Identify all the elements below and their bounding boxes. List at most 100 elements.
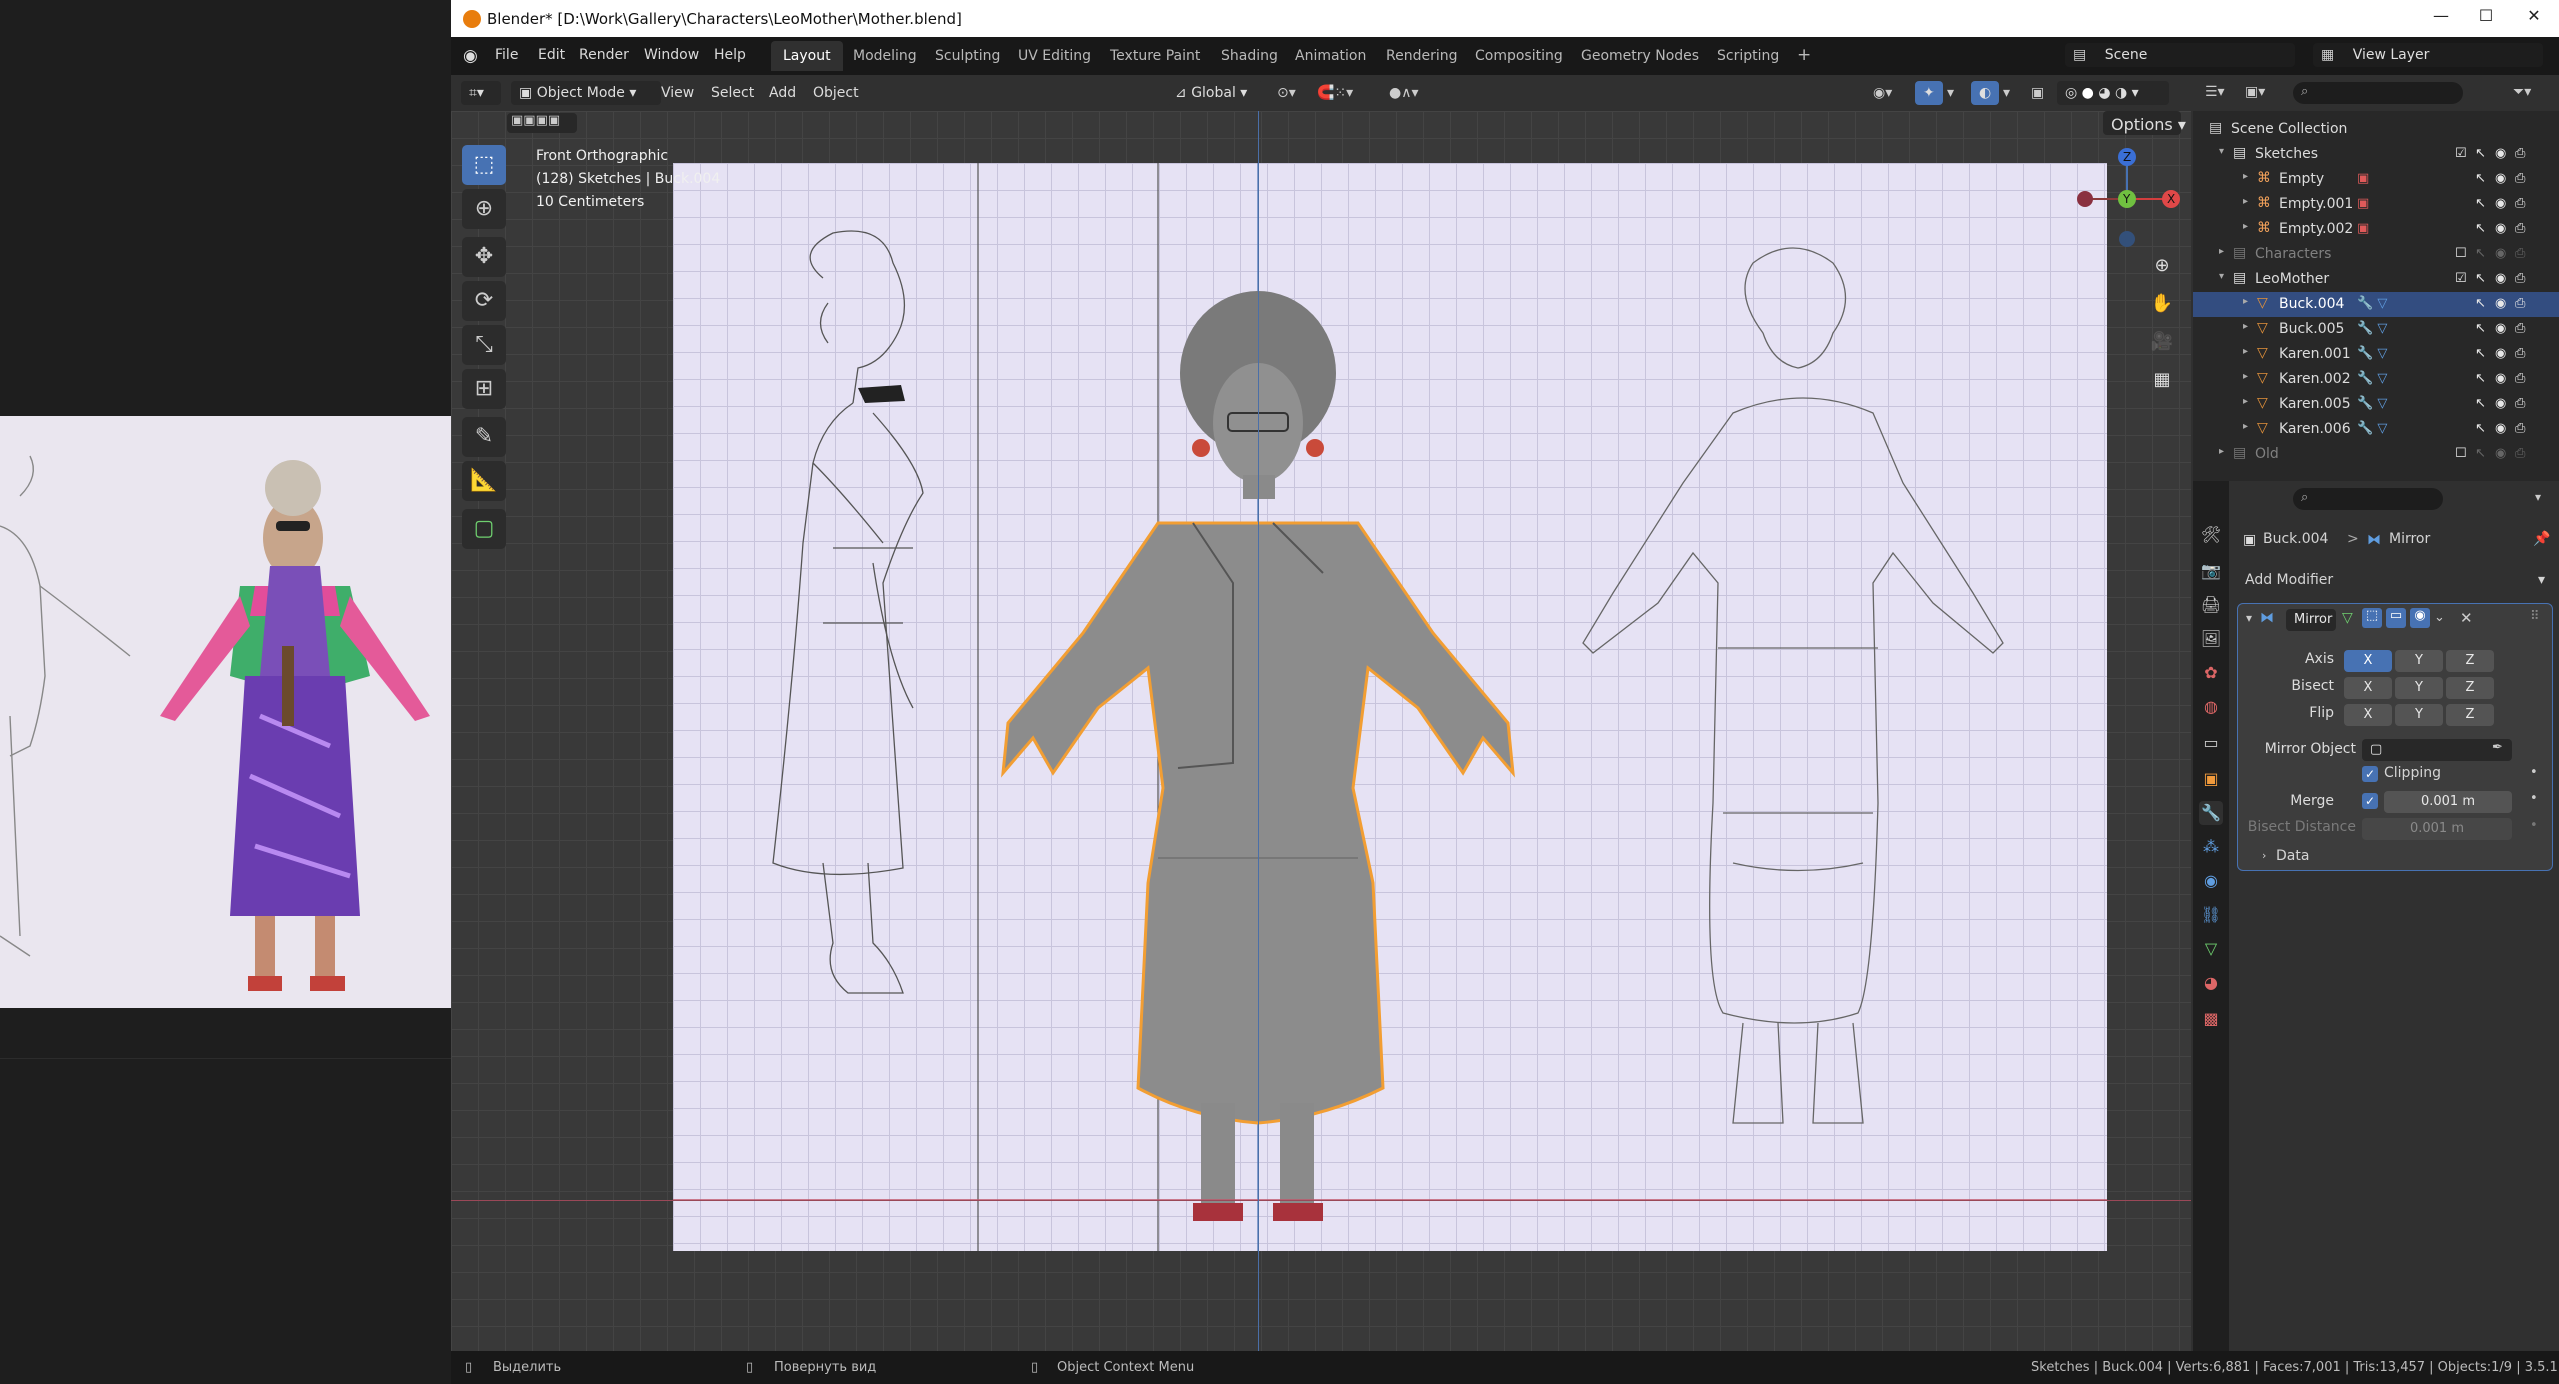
navigation-gizmo[interactable]: Z Y X bbox=[2071, 139, 2181, 249]
axis-x-toggle[interactable]: X bbox=[2344, 650, 2392, 672]
zoom-icon[interactable]: ⊕ bbox=[2145, 249, 2179, 283]
selectable-icon[interactable]: ↖ bbox=[2475, 296, 2486, 311]
object-tab-icon[interactable]: ▣ bbox=[2199, 767, 2223, 791]
eye-icon[interactable]: ◉ bbox=[2495, 396, 2506, 411]
measure-tool[interactable]: 📐 bbox=[462, 461, 506, 501]
modifier-indicator-icon[interactable]: 🔧 ▽ bbox=[2357, 346, 2387, 361]
render-camera-icon[interactable]: ⎙ bbox=[2515, 321, 2525, 336]
eye-icon[interactable]: ◉ bbox=[2495, 171, 2506, 186]
viewport-display-icon[interactable]: ▭ bbox=[2386, 608, 2406, 628]
image-data-icon[interactable]: ▣ bbox=[2357, 221, 2369, 236]
outliner-row[interactable]: ▸ ⌘ Empty ▣ ↖ ◉ ⎙ bbox=[2193, 167, 2559, 192]
menu-edit[interactable]: Edit bbox=[538, 47, 565, 63]
selectable-icon[interactable]: ↖ bbox=[2475, 146, 2486, 161]
outliner-row[interactable]: ▸ ▤ Old ☐ ↖ ◉ ⎙ bbox=[2193, 442, 2559, 467]
add-workspace-button[interactable]: + bbox=[1785, 41, 1823, 71]
drag-handle-icon[interactable]: ⠿ bbox=[2530, 609, 2540, 624]
axis-y-toggle[interactable]: Y bbox=[2395, 650, 2443, 672]
flip-y-toggle[interactable]: Y bbox=[2395, 704, 2443, 726]
render-camera-icon[interactable]: ⎙ bbox=[2515, 246, 2525, 261]
delete-modifier-icon[interactable]: ✕ bbox=[2460, 609, 2473, 627]
bisect-x-toggle[interactable]: X bbox=[2344, 677, 2392, 699]
tool-tab-icon[interactable]: 🛠 bbox=[2199, 523, 2223, 547]
eye-icon[interactable]: ◉ bbox=[2495, 446, 2506, 461]
eye-icon[interactable]: ◉ bbox=[2495, 421, 2506, 436]
bisect-z-toggle[interactable]: Z bbox=[2446, 677, 2494, 699]
menu-add[interactable]: Add bbox=[769, 85, 796, 101]
collection-tab-icon[interactable]: ▭ bbox=[2199, 731, 2223, 755]
menu-object[interactable]: Object bbox=[813, 85, 859, 101]
xray-icon[interactable]: ▣ bbox=[2031, 85, 2044, 101]
render-camera-icon[interactable]: ⎙ bbox=[2515, 396, 2525, 411]
tab-scripting[interactable]: Scripting bbox=[1705, 41, 1791, 71]
selectable-icon[interactable]: ↖ bbox=[2475, 446, 2486, 461]
select-mode-toggles[interactable]: ▣▣▣▣ bbox=[507, 113, 577, 133]
editor-type-button[interactable]: ⌗▾ bbox=[461, 81, 501, 105]
rotate-tool[interactable]: ⟳ bbox=[462, 281, 506, 321]
outliner-row[interactable]: ▸ ▽ Karen.006 🔧 ▽ ↖ ◉ ⎙ bbox=[2193, 417, 2559, 442]
keyframe-dot-icon[interactable]: • bbox=[2530, 791, 2538, 806]
chevron-down-icon[interactable]: ▾ bbox=[2003, 85, 2010, 101]
pan-hand-icon[interactable]: ✋ bbox=[2145, 287, 2179, 321]
eye-icon[interactable]: ◉ bbox=[2495, 296, 2506, 311]
image-data-icon[interactable]: ▣ bbox=[2357, 171, 2369, 186]
outliner-search-input[interactable]: ⌕ bbox=[2293, 82, 2463, 104]
view-layer-selector[interactable]: ▦ View Layer bbox=[2313, 43, 2543, 67]
flip-x-toggle[interactable]: X bbox=[2344, 704, 2392, 726]
outliner-row[interactable]: ▸ ⌘ Empty.002 ▣ ↖ ◉ ⎙ bbox=[2193, 217, 2559, 242]
eye-icon[interactable]: ◉ bbox=[2495, 196, 2506, 211]
tab-compositing[interactable]: Compositing bbox=[1463, 41, 1575, 71]
filter-icon[interactable]: ⏷▾ bbox=[2513, 84, 2531, 100]
output-tab-icon[interactable]: 🖨 bbox=[2199, 593, 2223, 617]
collapse-icon[interactable]: ▾ bbox=[2246, 611, 2252, 625]
outliner-row[interactable]: ▸ ▤ Characters ☐ ↖ ◉ ⎙ bbox=[2193, 242, 2559, 267]
exclude-checkbox[interactable]: ☑ bbox=[2455, 271, 2467, 286]
annotate-tool[interactable]: ✎ bbox=[462, 417, 506, 457]
edit-mode-icon[interactable]: ▽ bbox=[2342, 610, 2353, 626]
menu-render[interactable]: Render bbox=[579, 47, 629, 63]
modifier-indicator-icon[interactable]: 🔧 ▽ bbox=[2357, 321, 2387, 336]
options-dropdown[interactable]: Options ▾ bbox=[2103, 111, 2186, 135]
chevron-down-icon[interactable]: ▾ bbox=[2535, 490, 2541, 504]
collapse-arrow-icon[interactable]: ▸ bbox=[2243, 171, 2248, 182]
collapse-arrow-icon[interactable]: ▸ bbox=[2243, 371, 2248, 382]
outliner-row[interactable]: ▸ ⌘ Empty.001 ▣ ↖ ◉ ⎙ bbox=[2193, 192, 2559, 217]
close-button[interactable]: ✕ bbox=[2514, 6, 2554, 30]
outliner-row[interactable]: ▤ Scene Collection bbox=[2193, 117, 2559, 142]
outliner-row[interactable]: ▾ ▤ Sketches ☑ ↖ ◉ ⎙ bbox=[2193, 142, 2559, 167]
render-display-icon[interactable]: ◉ bbox=[2410, 608, 2430, 628]
maximize-button[interactable]: ☐ bbox=[2466, 6, 2506, 30]
view-layer-tab-icon[interactable]: 🖼 bbox=[2199, 627, 2223, 651]
selectable-icon[interactable]: ↖ bbox=[2475, 171, 2486, 186]
render-camera-icon[interactable]: ⎙ bbox=[2515, 146, 2525, 161]
selectable-icon[interactable]: ↖ bbox=[2475, 271, 2486, 286]
collapse-arrow-icon[interactable]: ▸ bbox=[2243, 421, 2248, 432]
shading-mode-group[interactable]: ◎ ● ◕ ◑ ▾ bbox=[2057, 81, 2169, 105]
add-cube-tool[interactable]: ▢ bbox=[462, 509, 506, 549]
snap-icon[interactable]: 🧲⁙▾ bbox=[1317, 85, 1353, 101]
selectable-icon[interactable]: ↖ bbox=[2475, 346, 2486, 361]
render-camera-icon[interactable]: ⎙ bbox=[2515, 346, 2525, 361]
outliner-editor-icon[interactable]: ☰▾ bbox=[2205, 84, 2225, 100]
menu-select[interactable]: Select bbox=[711, 85, 754, 101]
tab-uv-editing[interactable]: UV Editing bbox=[1006, 41, 1103, 71]
modifier-indicator-icon[interactable]: 🔧 ▽ bbox=[2357, 371, 2387, 386]
outliner-row[interactable]: ▾ ▤ LeoMother ☑ ↖ ◉ ⎙ bbox=[2193, 267, 2559, 292]
rendered-shading-icon[interactable]: ◑ bbox=[2115, 85, 2127, 101]
selectable-icon[interactable]: ↖ bbox=[2475, 196, 2486, 211]
eye-icon[interactable]: ◉ bbox=[2495, 146, 2506, 161]
selectable-icon[interactable]: ↖ bbox=[2475, 371, 2486, 386]
eye-icon[interactable]: ◉ bbox=[2495, 221, 2506, 236]
clipping-checkbox[interactable]: ✓ bbox=[2362, 766, 2378, 782]
data-tab-icon[interactable]: ▽ bbox=[2199, 937, 2223, 961]
move-tool[interactable]: ✥ bbox=[462, 237, 506, 277]
merge-checkbox[interactable]: ✓ bbox=[2362, 793, 2378, 809]
tab-layout[interactable]: Layout bbox=[771, 41, 843, 71]
material-shading-icon[interactable]: ◕ bbox=[2098, 85, 2110, 101]
eye-icon[interactable]: ◉ bbox=[2495, 371, 2506, 386]
collapse-arrow-icon[interactable]: ▸ bbox=[2219, 446, 2224, 457]
tab-shading[interactable]: Shading bbox=[1209, 41, 1290, 71]
selectable-icon[interactable]: ↖ bbox=[2475, 246, 2486, 261]
outliner-row[interactable]: ▸ ▽ Karen.005 🔧 ▽ ↖ ◉ ⎙ bbox=[2193, 392, 2559, 417]
render-camera-icon[interactable]: ⎙ bbox=[2515, 421, 2525, 436]
